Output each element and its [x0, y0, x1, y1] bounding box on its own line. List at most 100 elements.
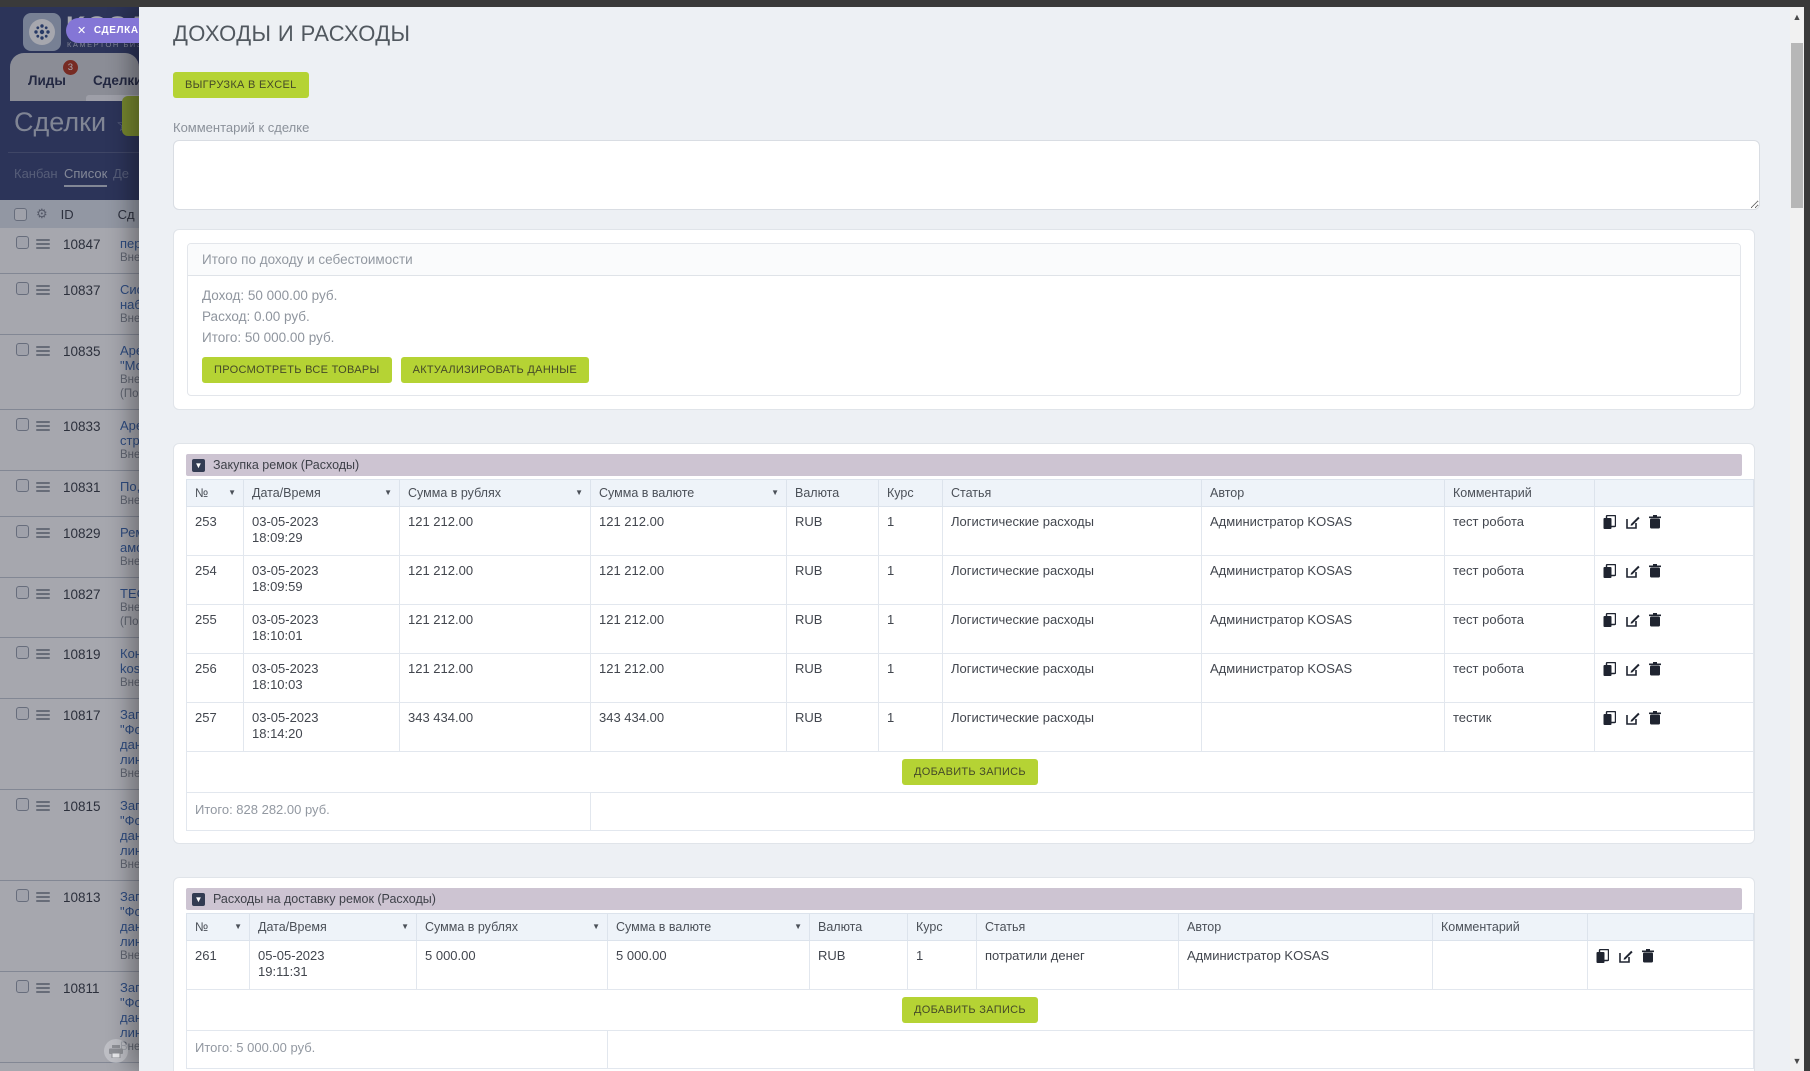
cell-currency: RUB	[809, 940, 908, 990]
cell-amount-rub: 5 000.00	[416, 940, 608, 990]
summary-top-title: Итого по доходу и себестоимости	[188, 244, 1740, 276]
grand-total-line: Итого: 50 000.00 руб.	[202, 330, 335, 345]
expense-table-1: № ▼ Дата/Время ▼ Сумма в рублях ▼ Сумма в валю…	[186, 913, 1754, 1069]
column-header-actions	[1594, 479, 1754, 507]
column-header-Сумма в валюте[interactable]: Сумма в валюте ▼	[607, 913, 810, 941]
deal-comment-textarea[interactable]	[173, 140, 1760, 210]
page-title: ДОХОДЫ И РАСХОДЫ	[173, 21, 411, 46]
edit-icon[interactable]	[1626, 515, 1640, 529]
income-total-line: Доход: 50 000.00 руб.	[202, 288, 338, 303]
table-total-label: Итого: 5 000.00 руб.	[186, 1030, 608, 1069]
table-row: 254 03-05-2023 18:09:59 121 212.00 121 212.0…	[186, 555, 1754, 605]
expense-table-card-0: ▼ Закупка ремок (Расходы) № ▼ Дата/Время ▼ С…	[173, 443, 1755, 844]
cell-amount-rub: 121 212.00	[399, 506, 591, 556]
sort-filter-arrow-icon[interactable]: ▼	[575, 488, 583, 497]
copy-icon[interactable]	[1596, 949, 1610, 963]
table-total-label: Итого: 828 282.00 руб.	[186, 792, 591, 831]
column-header-№[interactable]: № ▼	[186, 479, 244, 507]
cell-comment: тест робота	[1444, 604, 1595, 654]
sort-filter-arrow-icon[interactable]: ▼	[771, 488, 779, 497]
close-icon: ✕	[77, 25, 87, 37]
cell-datetime: 03-05-2023 18:09:29	[243, 506, 400, 556]
print-button[interactable]	[104, 1039, 128, 1063]
cell-number: 261	[186, 940, 250, 990]
sort-filter-arrow-icon[interactable]: ▼	[401, 922, 409, 931]
cell-currency: RUB	[786, 653, 879, 703]
cell-comment: тест робота	[1444, 555, 1595, 605]
cell-datetime: 03-05-2023 18:09:59	[243, 555, 400, 605]
expense-total-line: Расход: 0.00 руб.	[202, 309, 310, 324]
edit-icon[interactable]	[1619, 949, 1633, 963]
cell-actions	[1594, 604, 1754, 654]
cell-article: Логистические расходы	[942, 506, 1202, 556]
cell-rate: 1	[878, 506, 943, 556]
expense-table-0: № ▼ Дата/Время ▼ Сумма в рублях ▼ Сумма в валю…	[186, 479, 1754, 831]
add-record-button[interactable]: ДОБАВИТЬ ЗАПИСЬ	[902, 997, 1038, 1023]
close-slider-button[interactable]: ✕ СДЕЛКА	[66, 18, 139, 43]
export-excel-button[interactable]: ВЫГРУЗКА В EXCEL	[173, 72, 309, 98]
scroll-down-arrow-icon[interactable]: ▼	[1790, 1053, 1804, 1069]
cell-currency: RUB	[786, 604, 879, 654]
column-header-Сумма в рублях[interactable]: Сумма в рублях ▼	[399, 479, 591, 507]
edit-icon[interactable]	[1626, 613, 1640, 627]
column-header-Курс: Курс	[878, 479, 943, 507]
cell-actions	[1594, 555, 1754, 605]
delete-icon[interactable]	[1649, 711, 1663, 725]
add-record-button[interactable]: ДОБАВИТЬ ЗАПИСЬ	[902, 759, 1038, 785]
table-collapse-bar[interactable]: ▼ Расходы на доставку ремок (Расходы)	[186, 888, 1742, 910]
modal-backdrop[interactable]	[0, 7, 139, 1071]
sort-filter-arrow-icon[interactable]: ▼	[228, 488, 236, 497]
table-collapse-bar[interactable]: ▼ Закупка ремок (Расходы)	[186, 454, 1742, 476]
cell-comment	[1432, 940, 1588, 990]
cell-article: Логистические расходы	[942, 555, 1202, 605]
cell-amount-currency: 121 212.00	[590, 506, 787, 556]
cell-comment: тест робота	[1444, 506, 1595, 556]
sort-filter-arrow-icon[interactable]: ▼	[234, 922, 242, 931]
edit-icon[interactable]	[1626, 711, 1640, 725]
column-header-№[interactable]: № ▼	[186, 913, 250, 941]
sort-filter-arrow-icon[interactable]: ▼	[592, 922, 600, 931]
scroll-up-arrow-icon[interactable]: ▲	[1790, 9, 1804, 25]
column-header-Сумма в рублях[interactable]: Сумма в рублях ▼	[416, 913, 608, 941]
refresh-data-button[interactable]: АКТУАЛИЗИРОВАТЬ ДАННЫЕ	[400, 357, 589, 383]
cell-author: Администратор KOSAS	[1178, 940, 1433, 990]
copy-icon[interactable]	[1603, 515, 1617, 529]
copy-icon[interactable]	[1603, 662, 1617, 676]
column-header-Автор: Автор	[1178, 913, 1433, 941]
scrollbar-thumb[interactable]	[1791, 43, 1803, 208]
edit-icon[interactable]	[1626, 662, 1640, 676]
column-header-Статья: Статья	[976, 913, 1179, 941]
window-right-edge	[1804, 0, 1810, 1071]
cell-amount-rub: 343 434.00	[399, 702, 591, 752]
window-top-edge	[0, 0, 1810, 7]
edit-icon[interactable]	[1626, 564, 1640, 578]
cell-number: 257	[186, 702, 244, 752]
copy-icon[interactable]	[1603, 564, 1617, 578]
copy-icon[interactable]	[1603, 613, 1617, 627]
delete-icon[interactable]	[1642, 949, 1656, 963]
delete-icon[interactable]	[1649, 515, 1663, 529]
cell-rate: 1	[878, 702, 943, 752]
column-header-Валюта: Валюта	[809, 913, 908, 941]
column-header-Дата/Время[interactable]: Дата/Время ▼	[243, 479, 400, 507]
sort-filter-arrow-icon[interactable]: ▼	[384, 488, 392, 497]
delete-icon[interactable]	[1649, 662, 1663, 676]
cell-number: 254	[186, 555, 244, 605]
cell-author: Администратор KOSAS	[1201, 604, 1445, 654]
delete-icon[interactable]	[1649, 613, 1663, 627]
cell-rate: 1	[878, 555, 943, 605]
sort-filter-arrow-icon[interactable]: ▼	[794, 922, 802, 931]
table-title: Расходы на доставку ремок (Расходы)	[213, 892, 436, 906]
cell-comment: тест робота	[1444, 653, 1595, 703]
cell-datetime: 05-05-2023 19:11:31	[249, 940, 417, 990]
copy-icon[interactable]	[1603, 711, 1617, 725]
cell-article: Логистические расходы	[942, 653, 1202, 703]
collapse-icon: ▼	[192, 892, 205, 906]
column-header-Дата/Время[interactable]: Дата/Время ▼	[249, 913, 417, 941]
cell-author: Администратор KOSAS	[1201, 653, 1445, 703]
column-header-Сумма в валюте[interactable]: Сумма в валюте ▼	[590, 479, 787, 507]
cell-amount-rub: 121 212.00	[399, 653, 591, 703]
delete-icon[interactable]	[1649, 564, 1663, 578]
view-all-products-button[interactable]: ПРОСМОТРЕТЬ ВСЕ ТОВАРЫ	[202, 357, 392, 383]
vertical-scrollbar[interactable]: ▲ ▼	[1790, 7, 1804, 1071]
